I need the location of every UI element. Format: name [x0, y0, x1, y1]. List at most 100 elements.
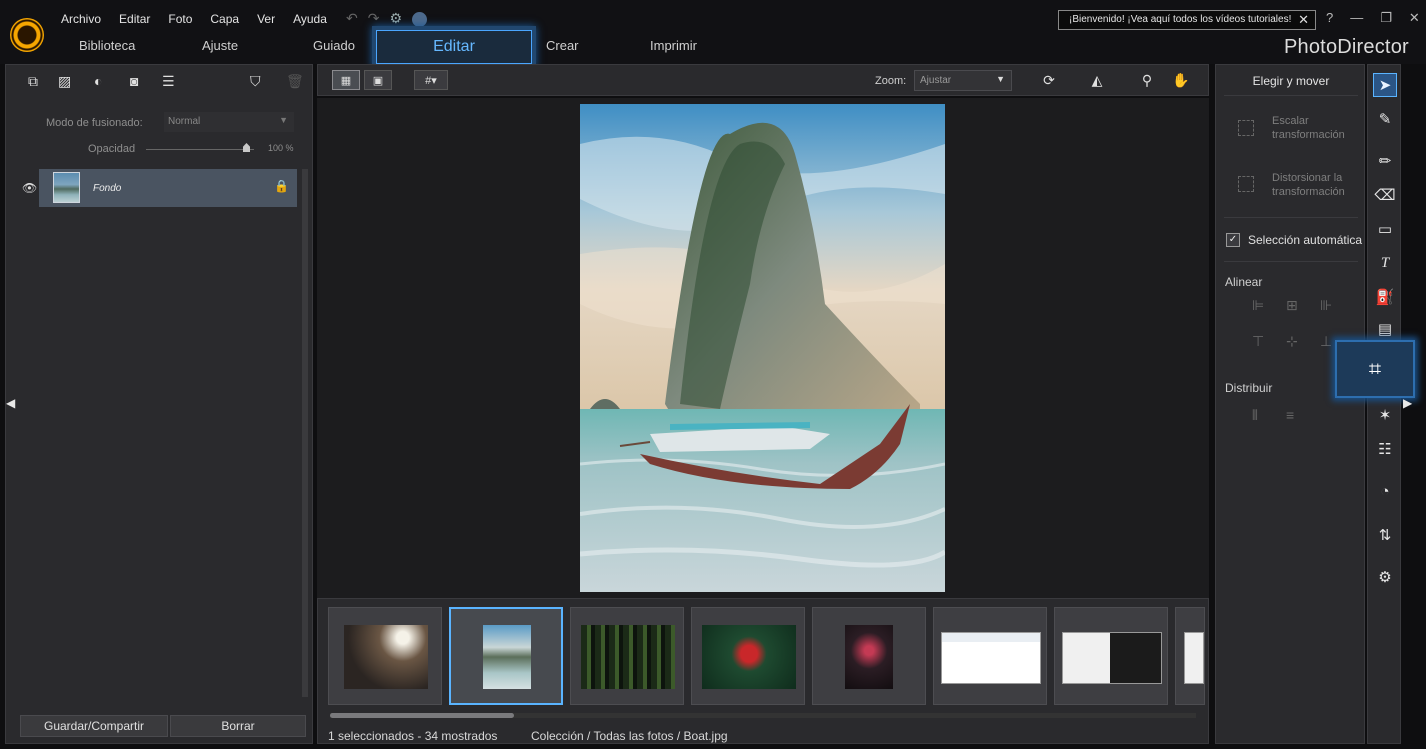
mask-icon[interactable]: ◙: [130, 73, 138, 89]
add-image-layer-icon[interactable]: ▨: [58, 73, 71, 90]
eye-icon[interactable]: 👁: [22, 181, 37, 195]
transform-tool-icon[interactable]: ⇅: [1373, 523, 1397, 547]
filmstrip-scroll-thumb[interactable]: [330, 713, 514, 718]
menu-ver[interactable]: Ver: [257, 12, 275, 26]
blend-mode-value: Normal: [168, 116, 201, 127]
layout-view-icon[interactable]: ▦: [332, 70, 360, 90]
text-tool-icon[interactable]: T: [1373, 251, 1397, 275]
filmstrip-scrollbar[interactable]: [330, 713, 1196, 718]
undo-icon[interactable]: ↶: [346, 10, 358, 27]
opacity-slider[interactable]: [146, 149, 254, 150]
rotate-icon[interactable]: ⟳: [1034, 70, 1064, 91]
filmstrip-thumb[interactable]: [328, 607, 442, 705]
auto-select-label: Selección automática: [1248, 233, 1363, 247]
hand-tool-icon[interactable]: ✋: [1166, 70, 1196, 91]
filmstrip-thumb[interactable]: [570, 607, 684, 705]
gradient-tool-icon[interactable]: ▤: [1373, 317, 1397, 341]
tab-guiado[interactable]: Guiado: [313, 38, 355, 53]
filmstrip-thumb[interactable]: [1175, 607, 1205, 705]
tab-biblioteca[interactable]: Biblioteca: [79, 38, 135, 53]
brush-select-tool-icon[interactable]: ✎: [1373, 107, 1397, 131]
menu-foto[interactable]: Foto: [168, 12, 192, 26]
viewer-toolbar: ▦ ▣ #▾ Zoom: Ajustar ▼ ⟳ ◭ ⚲ ✋: [317, 64, 1209, 96]
align-bottom-icon[interactable]: ⊥: [1320, 333, 1332, 350]
distort-transform-icon[interactable]: [1238, 176, 1254, 192]
welcome-banner[interactable]: ¡Bienvenido! ¡Vea aquí todos los vídeos …: [1058, 10, 1316, 30]
auto-select-checkbox[interactable]: ✓: [1226, 233, 1240, 247]
layers-scrollbar[interactable]: [302, 169, 308, 697]
layer-menu-icon[interactable]: ☰: [162, 73, 175, 90]
menu-capa[interactable]: Capa: [210, 12, 239, 26]
thumb-image: [1062, 632, 1162, 684]
grid-icon[interactable]: #▾: [414, 70, 448, 90]
collapse-right-arrow-icon[interactable]: ▶: [1403, 396, 1412, 410]
menu-editar[interactable]: Editar: [119, 12, 150, 26]
settings-gear-icon[interactable]: ⚙: [389, 10, 402, 27]
zoom-value: Ajustar: [920, 75, 952, 86]
adjustments-tool-icon[interactable]: ☷: [1373, 437, 1397, 461]
lock-icon[interactable]: 🔒: [274, 179, 289, 193]
magic-wand-tool-icon[interactable]: ✶: [1373, 403, 1397, 427]
photo-canvas[interactable]: [317, 98, 1209, 598]
eraser-tool-icon[interactable]: ⌫: [1373, 183, 1397, 207]
single-view-icon[interactable]: ▣: [364, 70, 392, 90]
opacity-value: 100 %: [268, 143, 294, 153]
rectangle-tool-icon[interactable]: ▭: [1373, 217, 1397, 241]
new-layer-icon[interactable]: ⧉: [28, 73, 38, 90]
save-share-button[interactable]: Guardar/Compartir: [20, 715, 168, 737]
flip-icon[interactable]: ◭: [1082, 70, 1112, 91]
trash-icon[interactable]: 🗑: [286, 73, 304, 90]
scale-transform-option[interactable]: Escalar transformación: [1272, 114, 1352, 142]
brand-name: PhotoDirector: [1284, 36, 1409, 58]
distribute-vertical-icon[interactable]: ≡: [1286, 407, 1294, 423]
adjustment-layer-icon[interactable]: ◐: [94, 73, 102, 89]
select-move-tool-icon[interactable]: ➤: [1373, 73, 1397, 97]
panel-title: Elegir y mover: [1252, 74, 1330, 88]
tab-imprimir[interactable]: Imprimir: [650, 38, 697, 53]
tab-crear[interactable]: Crear: [546, 38, 579, 53]
chevron-down-icon: ▼: [279, 115, 288, 125]
delete-button[interactable]: Borrar: [170, 715, 306, 737]
filmstrip-thumb[interactable]: [1054, 607, 1168, 705]
pencil-tool-icon[interactable]: ✏: [1373, 149, 1397, 173]
menu-archivo[interactable]: Archivo: [61, 12, 101, 26]
collapse-left-arrow-icon[interactable]: ◀: [6, 396, 15, 410]
crop-tool-icon[interactable]: ⌗: [1335, 340, 1415, 398]
distort-transform-option[interactable]: Distorsionar la transformación: [1272, 171, 1356, 199]
photo-preview[interactable]: [580, 104, 945, 592]
zoom-select[interactable]: Ajustar ▼: [914, 70, 1012, 91]
tab-ajuste[interactable]: Ajuste: [202, 38, 238, 53]
align-center-icon[interactable]: ⊞: [1286, 297, 1298, 314]
opacity-slider-thumb[interactable]: [243, 143, 250, 152]
align-heading: Alinear: [1225, 275, 1263, 289]
filter-icon[interactable]: ⛉: [250, 73, 261, 90]
restore-icon[interactable]: ❐: [1380, 10, 1392, 26]
blend-mode-select[interactable]: Normal ▼: [164, 112, 294, 132]
tool-strip: ➤ ✎ ✏ ⌫ ▭ T ⛽ ▤ ✶ ☷ ◔ ⇅ ⚙: [1367, 64, 1401, 744]
help-icon[interactable]: ?: [1326, 10, 1333, 26]
layer-row[interactable]: Fondo 🔒: [39, 169, 297, 207]
settings-icon[interactable]: ⚙: [1373, 565, 1397, 589]
redo-icon[interactable]: ↷: [368, 10, 380, 27]
zoom-tool-icon[interactable]: ⚲: [1132, 70, 1162, 91]
close-icon[interactable]: ✕: [1298, 12, 1309, 28]
tab-editar[interactable]: Editar: [376, 30, 532, 64]
scale-transform-icon[interactable]: [1238, 120, 1254, 136]
filmstrip-thumb[interactable]: [933, 607, 1047, 705]
minimize-icon[interactable]: —: [1350, 10, 1363, 26]
app-logo[interactable]: [10, 18, 44, 52]
align-right-icon[interactable]: ⊪: [1320, 297, 1332, 314]
fill-bucket-tool-icon[interactable]: ⛽: [1373, 285, 1397, 309]
menu-ayuda[interactable]: Ayuda: [293, 12, 327, 26]
align-left-icon[interactable]: ⊫: [1252, 297, 1264, 314]
filmstrip-thumb-selected[interactable]: [449, 607, 563, 705]
distribute-horizontal-icon[interactable]: ⫴: [1252, 407, 1258, 424]
align-middle-icon[interactable]: ⊹: [1286, 333, 1298, 350]
filmstrip-thumb[interactable]: [691, 607, 805, 705]
align-top-icon[interactable]: ⊤: [1252, 333, 1264, 350]
close-window-icon[interactable]: ✕: [1409, 10, 1420, 26]
account-icon[interactable]: [412, 12, 428, 27]
menu-bar: Archivo Editar Foto Capa Ver Ayuda: [61, 12, 345, 26]
filmstrip-thumb[interactable]: [812, 607, 926, 705]
color-tool-icon[interactable]: ◔: [1373, 479, 1397, 503]
